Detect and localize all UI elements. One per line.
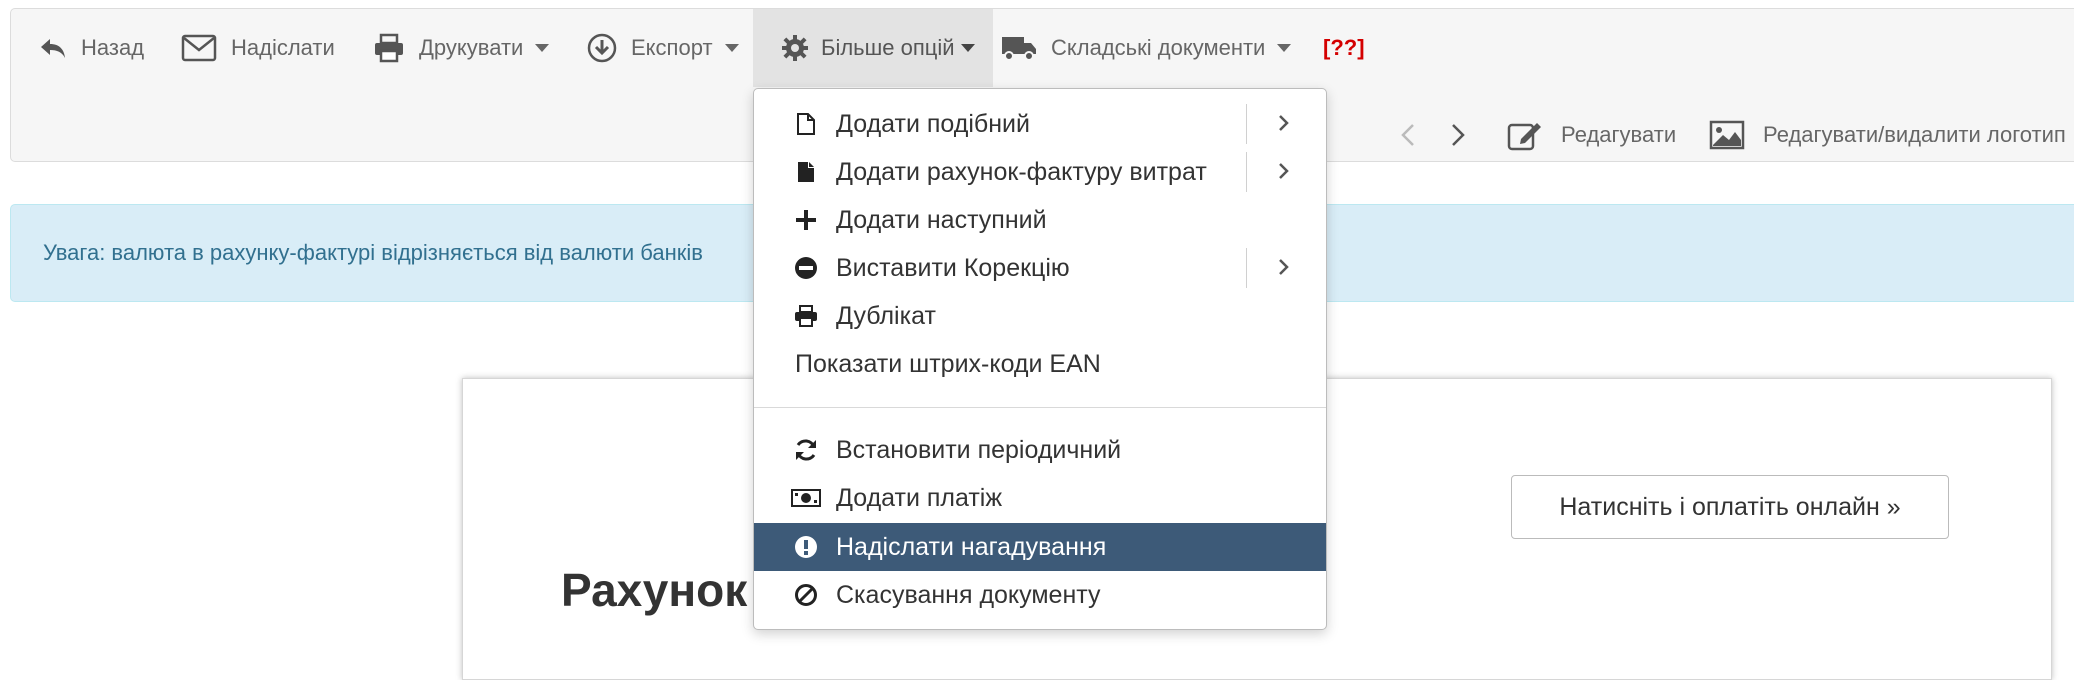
menu-item-label: Додати наступний: [836, 205, 1047, 234]
print-dropdown[interactable]: Друкувати: [373, 9, 550, 87]
menu-item-add-similar[interactable]: Додати подібний: [754, 100, 1326, 148]
truck-icon: [1001, 34, 1037, 62]
chevron-right-icon[interactable]: [1278, 112, 1290, 141]
edit-icon: [1507, 119, 1543, 151]
edit-button[interactable]: Редагувати: [1507, 105, 1676, 165]
minus-circle-icon: [794, 256, 818, 280]
menu-item-label: Показати штрих-коди EAN: [795, 349, 1101, 378]
menu-item-add-payment[interactable]: Додати платіж: [754, 474, 1326, 522]
print-label: Друкувати: [419, 35, 524, 60]
menu-item-issue-correction[interactable]: Виставити Корекцію: [754, 244, 1326, 292]
menu-item-label: Виставити Корекцію: [836, 253, 1070, 282]
menu-item-label: Додати рахунок-фактуру витрат: [836, 157, 1207, 186]
file-icon: [794, 112, 818, 136]
menu-item-label: Скасування документу: [836, 580, 1101, 609]
export-label: Експорт: [631, 35, 713, 60]
menu-item-label: Надіслати нагадування: [836, 532, 1107, 561]
warehouse-docs-label: Складські документи: [1051, 35, 1266, 60]
edit-logo-button[interactable]: Редагувати/видалити логотип: [1709, 105, 2066, 165]
menu-item-set-recurring[interactable]: Встановити періодичний: [754, 426, 1326, 474]
export-dropdown[interactable]: Експорт: [587, 9, 739, 87]
menu-divider: [754, 407, 1326, 408]
chevron-down-icon: [724, 44, 739, 52]
reply-arrow-icon: [39, 36, 67, 60]
ban-icon: [794, 583, 818, 607]
unknown-translation-link[interactable]: [??]: [1323, 9, 1365, 87]
menu-item-add-next[interactable]: Додати наступний: [754, 196, 1326, 244]
send-label: Надіслати: [231, 35, 335, 60]
chevron-right-icon[interactable]: [1278, 256, 1290, 285]
more-options-dropdown[interactable]: Більше опцій: [753, 9, 993, 87]
gear-icon: [781, 34, 809, 62]
back-button[interactable]: Назад: [39, 9, 144, 87]
more-options-menu: Додати подібний Додати рахунок-фактуру в…: [753, 88, 1327, 630]
menu-item-label: Додати платіж: [836, 483, 1003, 512]
menu-item-duplicate[interactable]: Дублікат: [754, 292, 1326, 340]
menu-item-label: Дублікат: [836, 301, 936, 330]
chevron-left-icon[interactable]: [1401, 123, 1415, 147]
envelope-icon: [181, 34, 217, 62]
printer-icon: [794, 304, 818, 328]
printer-icon: [373, 33, 405, 63]
menu-item-add-expense-invoice[interactable]: Додати рахунок-фактуру витрат: [754, 148, 1326, 196]
menu-item-send-reminder[interactable]: Надіслати нагадування: [754, 523, 1326, 571]
document-title: Рахунок: [561, 564, 748, 616]
chevron-down-icon: [1277, 44, 1292, 52]
refresh-icon: [794, 438, 818, 462]
edit-logo-label: Редагувати/видалити логотип: [1763, 122, 2066, 147]
pager: [1401, 105, 1465, 165]
back-label: Назад: [81, 35, 145, 60]
send-button[interactable]: Надіслати: [181, 9, 335, 87]
warehouse-docs-dropdown[interactable]: Складські документи: [1001, 9, 1292, 87]
chevron-right-icon[interactable]: [1278, 160, 1290, 189]
chevron-down-icon: [960, 44, 975, 52]
pay-online-button[interactable]: Натисніть і оплатіть онлайн »: [1511, 475, 1949, 539]
menu-item-label: Встановити періодичний: [836, 435, 1122, 464]
menu-item-show-ean[interactable]: Показати штрих-коди EAN: [754, 340, 1326, 388]
more-options-label: Більше опцій: [821, 35, 955, 60]
menu-item-label: Додати подібний: [836, 109, 1030, 138]
plus-icon: [794, 208, 818, 232]
file-filled-icon: [794, 160, 818, 184]
chevron-right-icon[interactable]: [1451, 123, 1465, 147]
image-icon: [1709, 120, 1745, 150]
exclamation-circle-icon: [794, 535, 818, 559]
alert-text: Увага: валюта в рахунку-фактурі відрізня…: [43, 240, 703, 265]
download-circle-icon: [587, 33, 617, 63]
edit-label: Редагувати: [1561, 122, 1677, 147]
unknown-label: [??]: [1323, 35, 1365, 60]
chevron-down-icon: [535, 44, 550, 52]
money-icon: [791, 486, 821, 510]
menu-item-cancel-document[interactable]: Скасування документу: [754, 571, 1326, 619]
